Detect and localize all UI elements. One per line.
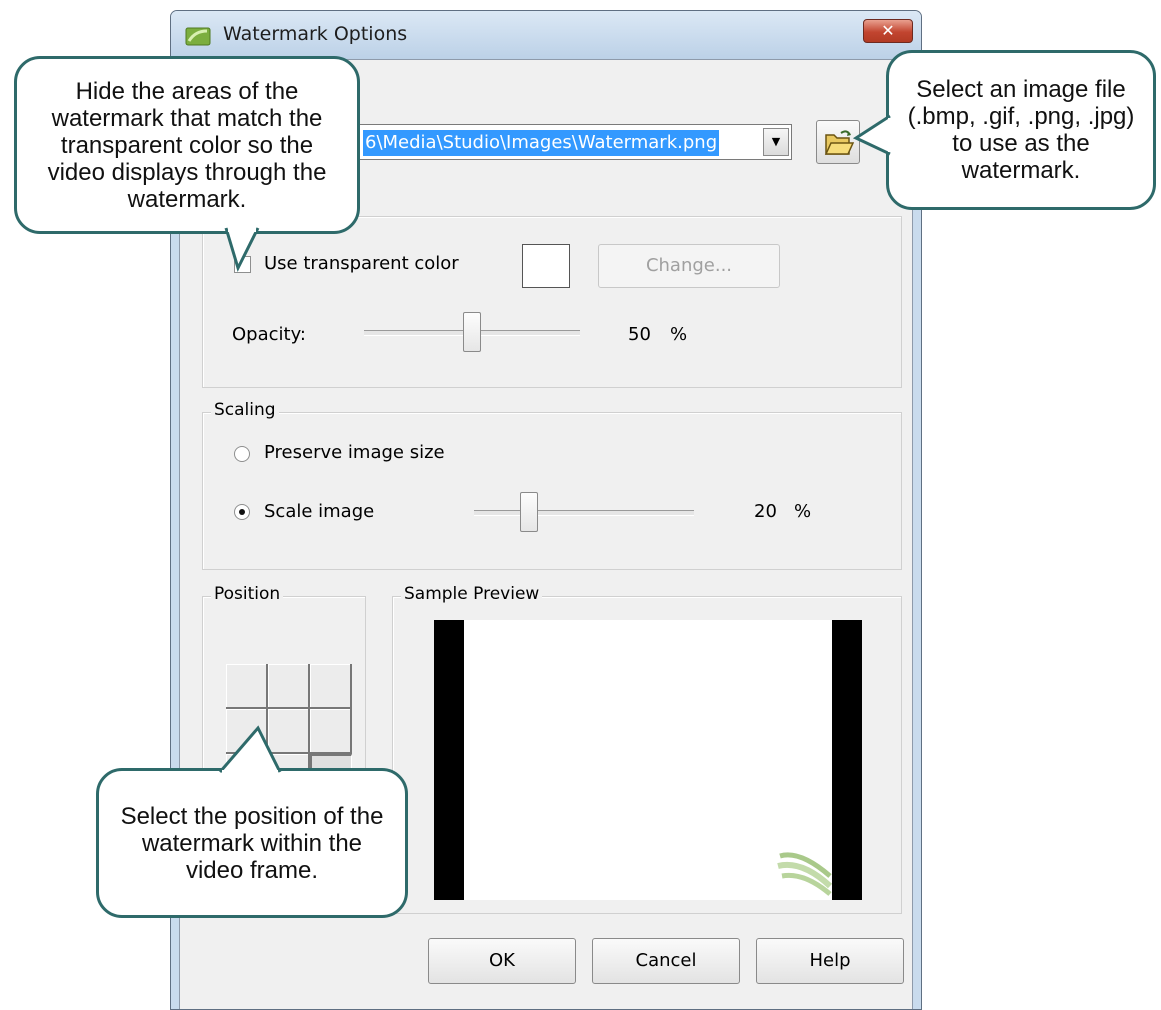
preserve-size-label[interactable]: Preserve image size (264, 442, 445, 463)
help-label: Help (809, 950, 851, 971)
scaling-group: Scaling (202, 400, 902, 570)
callout-position-text: Select the position of the watermark wit… (120, 802, 384, 884)
sample-preview-label: Sample Preview (401, 584, 543, 604)
close-icon: ✕ (881, 21, 895, 40)
image-file-combobox[interactable]: 6\Media\Studio\Images\Watermark.png ▼ (322, 124, 792, 160)
opacity-slider-thumb[interactable] (463, 312, 481, 352)
use-transparent-label[interactable]: Use transparent color (264, 253, 459, 274)
scaling-group-label: Scaling (211, 400, 279, 420)
callout-position: Select the position of the watermark wit… (96, 768, 408, 918)
change-color-label: Change... (645, 255, 733, 276)
app-icon (185, 27, 211, 46)
scale-slider-thumb[interactable] (520, 492, 538, 532)
callout-image-file: Select an image file (.bmp, .gif, .png, … (886, 50, 1156, 210)
ok-button[interactable]: OK (428, 938, 576, 984)
callout-transparent-color-text: Hide the areas of the watermark that mat… (47, 77, 327, 213)
position-group-label: Position (211, 584, 284, 604)
scale-image-label[interactable]: Scale image (264, 501, 374, 522)
scale-value: 20 (754, 501, 777, 522)
transparency-group (202, 216, 902, 388)
preview-letterbox-right (832, 620, 862, 900)
scale-slider-track[interactable] (474, 510, 694, 516)
image-file-path[interactable]: 6\Media\Studio\Images\Watermark.png (363, 130, 720, 156)
opacity-value: 50 (628, 324, 651, 345)
close-button[interactable]: ✕ (863, 19, 913, 43)
opacity-unit: % (670, 324, 688, 345)
preview-letterbox-left (434, 620, 464, 900)
opacity-label: Opacity: (232, 324, 306, 345)
transparent-color-swatch (522, 244, 570, 288)
cancel-label: Cancel (635, 950, 697, 971)
position-cell-middle-right[interactable] (310, 709, 352, 754)
callout-image-file-tail (852, 114, 892, 156)
title-bar[interactable]: Watermark Options ✕ (171, 11, 921, 59)
preserve-size-radio[interactable] (234, 446, 250, 462)
sample-preview-frame (434, 620, 862, 900)
position-cell-top-center[interactable] (268, 664, 310, 709)
change-color-button[interactable]: Change... (598, 244, 780, 288)
callout-position-tail (218, 725, 282, 774)
help-button[interactable]: Help (756, 938, 904, 984)
window-title: Watermark Options (223, 23, 408, 45)
callout-transparent-color: Hide the areas of the watermark that mat… (14, 56, 360, 234)
position-cell-top-right[interactable] (310, 664, 352, 709)
watermark-preview-icon (777, 852, 832, 896)
cancel-button[interactable]: Cancel (592, 938, 740, 984)
scale-image-radio[interactable] (234, 504, 250, 520)
scale-unit: % (794, 501, 812, 522)
position-cell-top-left[interactable] (226, 664, 268, 709)
callout-image-file-text: Select an image file (.bmp, .gif, .png, … (907, 76, 1135, 184)
ok-label: OK (489, 950, 515, 971)
callout-transparent-color-tail (224, 227, 260, 273)
chevron-down-icon[interactable]: ▼ (763, 128, 789, 156)
